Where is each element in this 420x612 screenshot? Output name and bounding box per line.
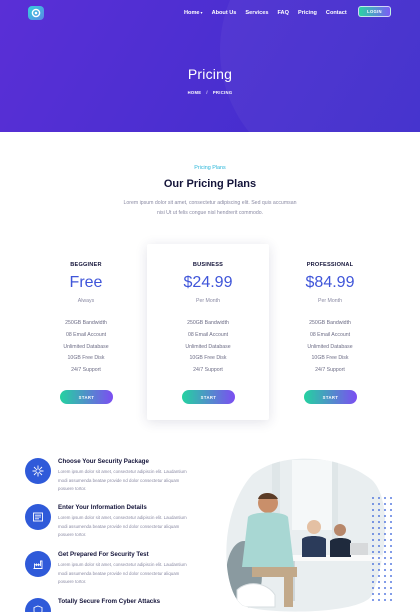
plan-name: BEGGINER (70, 262, 102, 268)
plan-feature: 24/7 Support (193, 367, 223, 374)
breadcrumb-separator: / (206, 90, 208, 95)
chevron-down-icon: ▾ (200, 10, 203, 15)
main-nav: Home▾ About Us Services FAQ Pricing Cont… (184, 10, 347, 16)
breadcrumb: HOME / PRICING (0, 90, 420, 95)
nav-faq[interactable]: FAQ (277, 10, 289, 16)
section-description: Lorem ipsum dolor sit amet, consectetur … (123, 200, 297, 216)
nav-home[interactable]: Home▾ (184, 10, 203, 16)
feature-item: Choose Your Security Package Lorem ipsum… (25, 458, 195, 502)
plan-feature: Unlimited Database (63, 343, 109, 350)
start-button[interactable]: START (60, 390, 113, 404)
plan-feature-list: 250GB Bandwidth 08 Email Account Unlimit… (147, 318, 269, 377)
plan-feature: 10GB Free Disk (189, 355, 227, 362)
feature-item: Totally Secure From Cyber Attacks (25, 598, 195, 612)
pricing-card-business: BUSINESS $24.99 Per Month 250GB Bandwidt… (147, 244, 269, 420)
plan-feature: Unlimited Database (307, 343, 353, 350)
information-details-icon (33, 512, 43, 522)
plan-feature: 10GB Free Disk (67, 355, 105, 362)
site-logo[interactable] (28, 6, 44, 20)
feature-icon-badge (25, 551, 51, 577)
security-package-icon (32, 465, 44, 477)
plan-price: $84.99 (305, 274, 355, 291)
login-button[interactable]: LOGIN (358, 6, 391, 17)
pricing-card-professional: PROFESSIONAL $84.99 Per Month 250GB Band… (269, 244, 391, 420)
section-title: Our Pricing Plans (163, 178, 257, 190)
team-photo (222, 455, 394, 612)
plan-feature: 08 Email Account (309, 331, 351, 338)
plan-feature-list: 250GB Bandwidth 08 Email Account Unlimit… (25, 318, 147, 377)
dot-pattern (370, 495, 394, 605)
plan-feature-list: 250GB Bandwidth 08 Email Account Unlimit… (269, 318, 391, 377)
breadcrumb-current: PRICING (212, 90, 233, 95)
feature-text: Lorem ipsum dolor sit amet, consectetur … (58, 515, 187, 537)
plan-name: BUSINESS (192, 262, 224, 268)
start-button[interactable]: START (182, 390, 235, 404)
shield-logo-icon (31, 8, 41, 18)
feature-icon-badge (25, 504, 51, 530)
feature-title: Enter Your Information Details (58, 504, 147, 511)
plan-feature: 250GB Bandwidth (309, 320, 351, 326)
feature-title: Choose Your Security Package (58, 458, 149, 465)
plan-period: Per Month (318, 298, 342, 304)
nav-home-label: Home (184, 10, 200, 16)
feature-text: Lorem ipsum dolor sit amet, consectetur … (58, 469, 187, 491)
plan-price: Free (69, 274, 103, 291)
plan-feature: 24/7 Support (315, 367, 345, 374)
pricing-card-beginner: BEGGINER Free Always 250GB Bandwidth 08 … (25, 244, 147, 420)
hero-banner: Home▾ About Us Services FAQ Pricing Cont… (0, 0, 420, 132)
security-test-icon (33, 560, 43, 569)
feature-icon-badge (25, 458, 51, 484)
plan-feature: 250GB Bandwidth (187, 320, 229, 326)
cyber-shield-icon (33, 605, 43, 612)
plan-name: PROFESSIONAL (306, 262, 354, 268)
plan-period: Always (77, 298, 95, 304)
plan-feature: 250GB Bandwidth (65, 320, 107, 326)
start-button[interactable]: START (304, 390, 357, 404)
page-title: Pricing (187, 66, 233, 82)
feature-title: Totally Secure From Cyber Attacks (58, 598, 161, 605)
breadcrumb-home[interactable]: HOME (188, 90, 202, 95)
nav-pricing[interactable]: Pricing (298, 10, 317, 16)
section-eyebrow: Pricing Plans (194, 165, 226, 171)
nav-services[interactable]: Services (245, 10, 268, 16)
plan-feature: 08 Email Account (187, 331, 229, 338)
plan-period: Per Month (196, 298, 220, 304)
plan-feature: 10GB Free Disk (311, 355, 349, 362)
nav-contact[interactable]: Contact (326, 10, 347, 16)
plan-price: $24.99 (183, 274, 233, 291)
feature-item: Get Prepared For Security Test Lorem ips… (25, 551, 195, 595)
plan-feature: Unlimited Database (185, 343, 231, 350)
nav-about[interactable]: About Us (212, 10, 237, 16)
plan-feature: 24/7 Support (71, 367, 101, 374)
office-team-image (226, 458, 386, 612)
plan-feature: 08 Email Account (65, 331, 107, 338)
feature-text: Lorem ipsum dolor sit amet, consectetur … (58, 562, 187, 584)
feature-icon-badge (25, 598, 51, 612)
feature-title: Get Prepared For Security Test (58, 551, 149, 558)
feature-item: Enter Your Information Details Lorem ips… (25, 504, 195, 548)
